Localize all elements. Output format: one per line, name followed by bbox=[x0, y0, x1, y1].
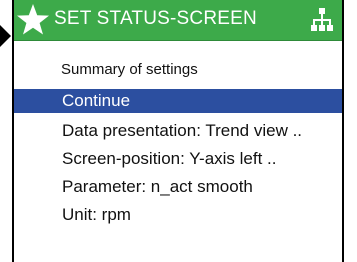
screen-title: SET STATUS-SCREEN bbox=[54, 8, 257, 29]
title-bar: SET STATUS-SCREEN bbox=[14, 0, 342, 41]
star-icon bbox=[17, 4, 49, 35]
status-screen-panel: SET STATUS-SCREEN Summary of settings Co… bbox=[12, 0, 344, 262]
summary-heading: Summary of settings bbox=[61, 61, 198, 78]
menu-item-parameter[interactable]: Parameter: n_act smooth bbox=[14, 173, 342, 201]
settings-menu: Continue Data presentation: Trend view .… bbox=[14, 89, 342, 229]
pointer-arrow-icon bbox=[0, 25, 11, 47]
device-display: SET STATUS-SCREEN Summary of settings Co… bbox=[0, 0, 357, 262]
menu-item-unit[interactable]: Unit: rpm bbox=[14, 201, 342, 229]
menu-item-screen-position[interactable]: Screen-position: Y-axis left .. bbox=[14, 145, 342, 173]
network-icon bbox=[311, 8, 333, 31]
menu-item-data-presentation[interactable]: Data presentation: Trend view .. bbox=[14, 117, 342, 145]
menu-item-continue[interactable]: Continue bbox=[14, 89, 342, 113]
